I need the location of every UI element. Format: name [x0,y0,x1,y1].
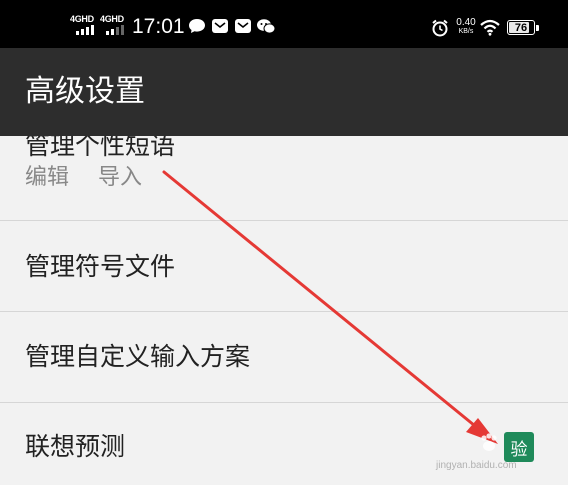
paw-logo-icon [481,433,497,451]
mail-icon [212,19,228,33]
settings-item-label: 联想预测 [25,432,126,461]
network-type-label: 4GHD [70,14,94,24]
import-phrases-link[interactable]: 导入 [98,164,142,192]
network-speed: 0.40 KB/s [456,17,476,36]
alarm-clock-icon [432,19,448,37]
watermark-url: jingyan.baidu.com [436,460,517,471]
app-bar: 高级设置 [0,48,568,136]
network-type-label: 4GHD [100,14,124,24]
battery-indicator: 76 [507,20,535,35]
wechat-icon [257,19,276,34]
settings-item-manage-symbol-files[interactable]: 管理符号文件 [0,221,568,311]
signal-bars-icon [106,25,124,35]
status-time: 17:01 [132,15,185,38]
wifi-icon [480,19,500,36]
battery-tip [536,25,539,31]
cellular-signal-sim2: 4GHD [100,14,134,38]
jingyan-badge: 验 [504,432,534,462]
settings-item-label: 管理自定义输入方案 [25,342,251,371]
settings-item-manage-custom-input[interactable]: 管理自定义输入方案 [0,312,568,402]
signal-bars-icon [76,25,94,35]
cellular-signal-sim1: 4GHD [70,14,104,38]
edit-phrases-link[interactable]: 编辑 [25,164,69,192]
baidu-jingyan-watermark: 验 jingyan.baidu.com [432,422,568,480]
settings-item-label: 管理符号文件 [25,252,176,281]
status-bar: 4GHD 4GHD 17:01 0.40 KB/s 76 [0,0,568,48]
message-bubble-icon [189,19,205,33]
mail-icon [235,19,251,33]
page-title: 高级设置 [25,74,145,109]
